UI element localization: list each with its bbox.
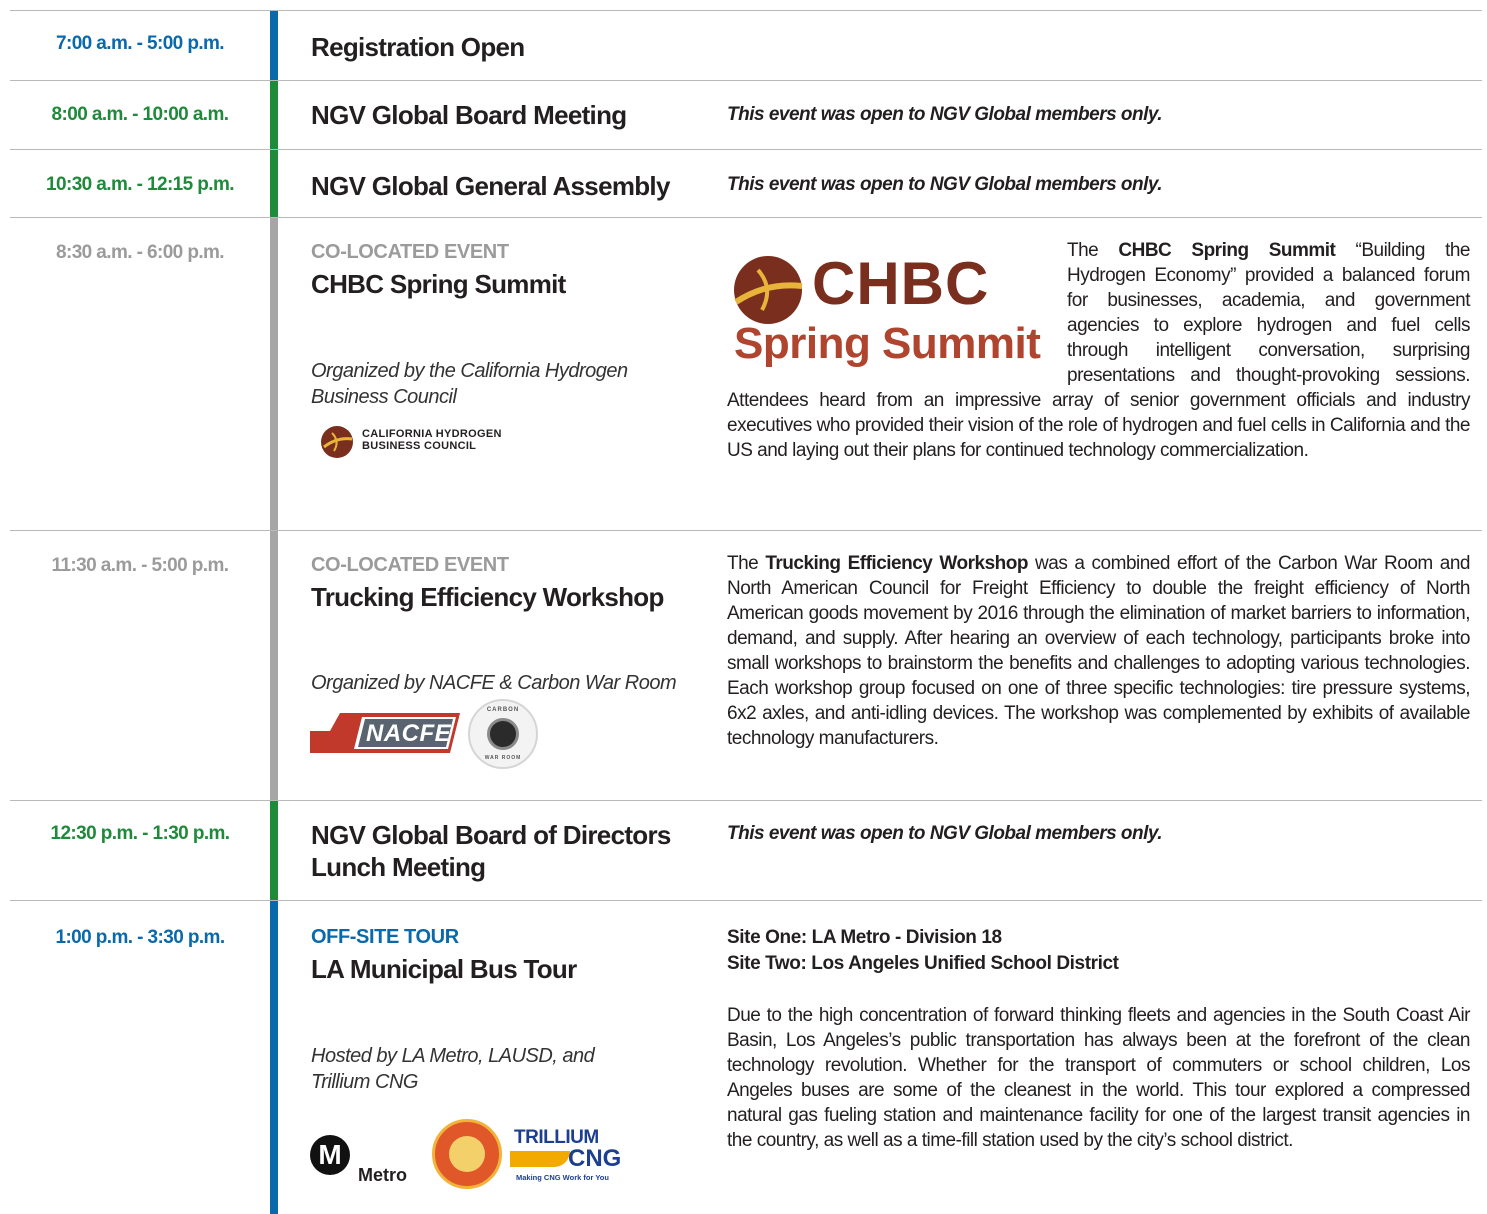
row-accent-bar [270, 11, 278, 80]
event-title: NGV Global General Assembly [311, 171, 670, 201]
members-only-note: This event was open to NGV Global member… [727, 104, 1163, 125]
trillium-tagline: Making CNG Work for You [516, 1173, 609, 1182]
event-title: CHBC Spring Summit [311, 269, 566, 299]
event-organizer: Organized by NACFE & Carbon War Room [311, 672, 677, 694]
lausd-seal-icon [432, 1119, 502, 1189]
row-accent-bar [270, 531, 278, 800]
tour-sites: Site One: LA Metro - Division 18 Site Tw… [727, 925, 1119, 977]
row-accent-bar [270, 81, 278, 149]
row-accent-bar [270, 901, 278, 1214]
site-two: Site Two: Los Angeles Unified School Dis… [727, 953, 1119, 974]
cwr-top-text: CARBON [486, 707, 520, 713]
event-time: 12:30 p.m. - 1:30 p.m. [50, 823, 231, 844]
event-kicker: OFF-SITE TOUR [311, 926, 459, 948]
desc-text: The [1067, 240, 1119, 261]
logo-text-line: California Hydrogen [362, 428, 502, 440]
event-kicker: CO-LOCATED EVENT [311, 241, 509, 263]
schedule-row-registration: 7:00 a.m. - 5:00 p.m. Registration Open [10, 10, 1482, 80]
event-organizer: Hosted by LA Metro, LAUSD, and Trillium … [311, 1045, 595, 1093]
logo-text-line: Business Council [362, 440, 477, 452]
event-title: NGV Global Board of Directors Lunch Meet… [311, 820, 671, 882]
desc-event-name: CHBC Spring Summit [1118, 240, 1336, 261]
schedule-row-bus-tour: 1:00 p.m. - 3:30 p.m. OFF-SITE TOUR LA M… [10, 900, 1482, 1214]
event-description: Due to the high concentration of forward… [727, 1005, 1471, 1151]
cng-text: CNG [568, 1145, 622, 1172]
carbon-war-room-logo: CARBON WAR ROOM [468, 699, 538, 769]
nacfe-logo: NACFE [310, 709, 460, 757]
event-title-block: CO-LOCATED EVENT Trucking Efficiency Wor… [311, 553, 664, 613]
site-one: Site One: LA Metro - Division 18 [727, 927, 1002, 948]
members-only-note: This event was open to NGV Global member… [727, 823, 1163, 844]
trillium-cng-logo: TRILLIUM CNG Making CNG Work for You [510, 1127, 622, 1189]
event-kicker: CO-LOCATED EVENT [311, 554, 509, 576]
event-time: 8:00 a.m. - 10:00 a.m. [51, 104, 230, 125]
event-time: 8:30 a.m. - 6:00 p.m. [56, 242, 225, 263]
nacfe-text: NACFE [366, 720, 452, 747]
trillium-swoosh-icon [510, 1151, 570, 1167]
schedule-row-board-meeting: 8:00 a.m. - 10:00 a.m. NGV Global Board … [10, 80, 1482, 149]
event-description: The CHBC Spring Summit “Building the Hyd… [727, 238, 1471, 463]
schedule-row-chbc-summit: 8:30 a.m. - 6:00 p.m. CO-LOCATED EVENT C… [10, 217, 1482, 530]
cwr-bottom-text: WAR ROOM [484, 755, 522, 761]
row-accent-bar [270, 801, 278, 900]
hydrogen-swirl-icon [321, 426, 353, 458]
event-title-block: OFF-SITE TOUR LA Municipal Bus Tour [311, 925, 577, 985]
event-title: LA Municipal Bus Tour [311, 954, 577, 984]
event-title: Registration Open [311, 32, 525, 62]
gauge-icon [487, 718, 519, 750]
event-title-block: CO-LOCATED EVENT CHBC Spring Summit [311, 240, 566, 300]
desc-text: The [727, 553, 766, 574]
chbc-small-logo: California Hydrogen Business Council [318, 423, 518, 461]
event-time: 1:00 p.m. - 3:30 p.m. [55, 927, 225, 948]
schedule-row-general-assembly: 10:30 a.m. - 12:15 p.m. NGV Global Gener… [10, 149, 1482, 217]
row-accent-bar [270, 150, 278, 217]
schedule-row-trucking-workshop: 11:30 a.m. - 5:00 p.m. CO-LOCATED EVENT … [10, 530, 1482, 800]
metro-m-icon: M [310, 1135, 350, 1175]
event-organizer: Organized by the California Hydrogen Bus… [311, 360, 628, 408]
event-description: The Trucking Efficiency Workshop was a c… [727, 551, 1471, 751]
event-title: Trucking Efficiency Workshop [311, 582, 664, 612]
metro-logo: M Metro [310, 1135, 430, 1195]
metro-text: Metro [358, 1165, 407, 1185]
schedule-row-board-lunch: 12:30 p.m. - 1:30 p.m. NGV Global Board … [10, 800, 1482, 900]
desc-event-name: Trucking Efficiency Workshop [765, 553, 1028, 574]
event-title: NGV Global Board Meeting [311, 100, 627, 130]
event-time: 7:00 a.m. - 5:00 p.m. [56, 33, 225, 54]
row-accent-bar [270, 218, 278, 530]
members-only-note: This event was open to NGV Global member… [727, 174, 1163, 195]
desc-text: was a combined effort of the Carbon War … [727, 553, 1471, 749]
event-time: 10:30 a.m. - 12:15 p.m. [46, 174, 235, 195]
event-time: 11:30 a.m. - 5:00 p.m. [51, 555, 230, 576]
